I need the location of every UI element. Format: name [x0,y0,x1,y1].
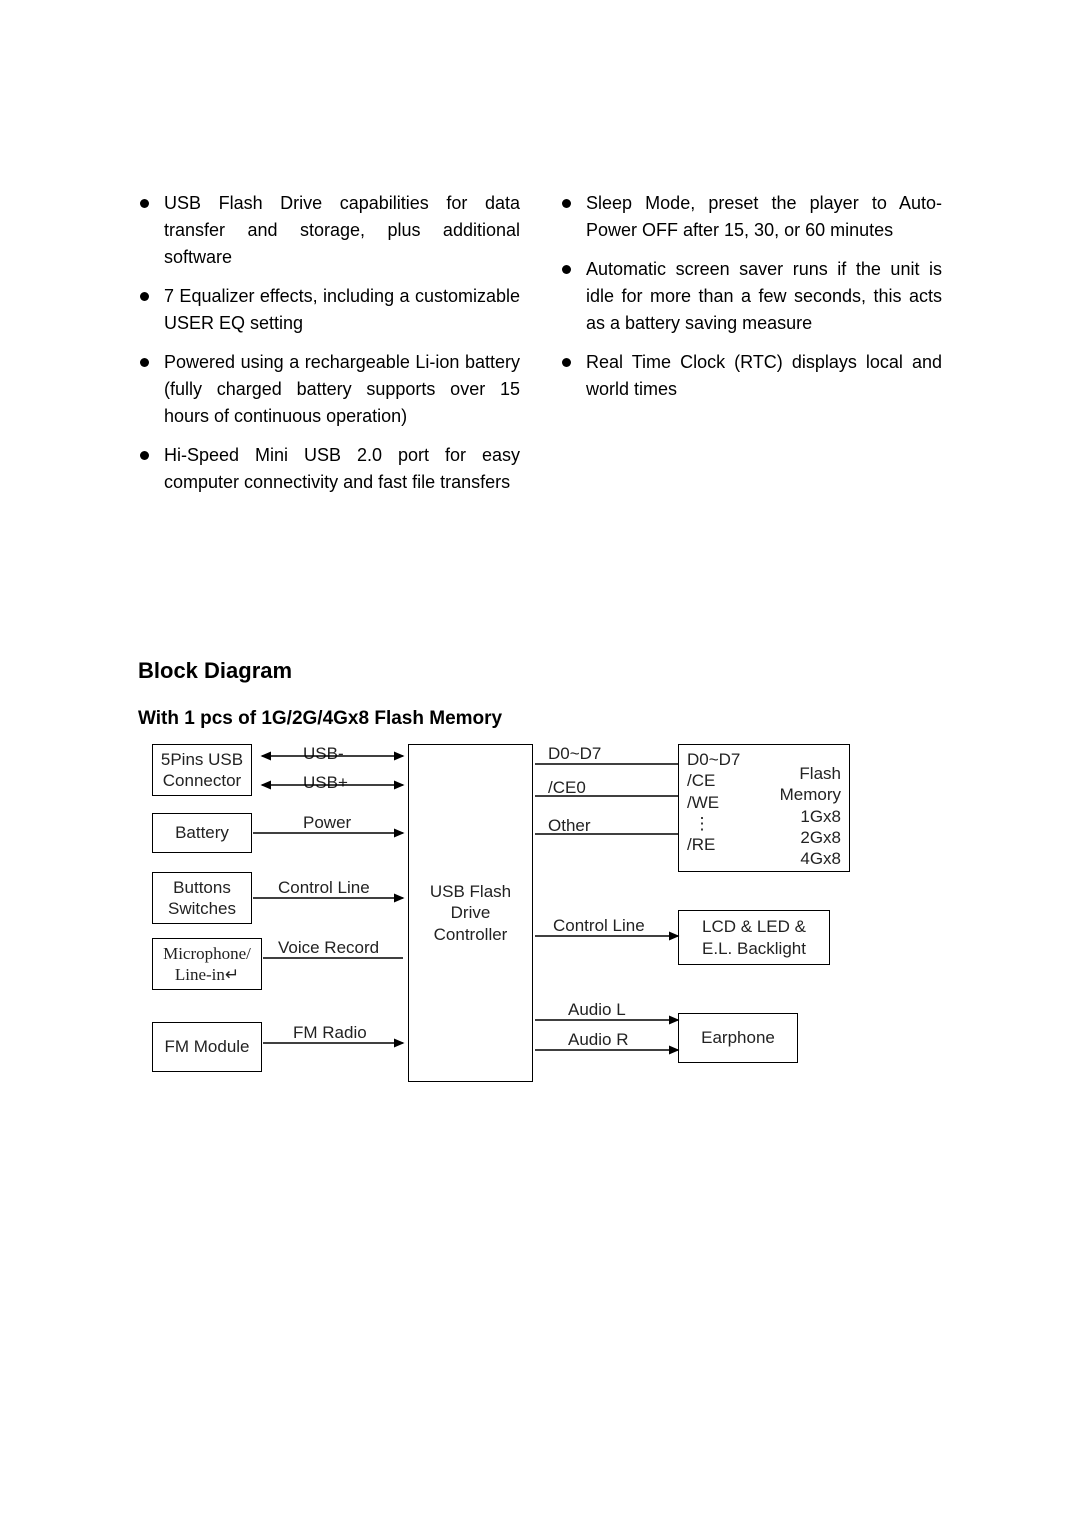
box-text: Microphone/ [153,943,261,964]
box-text: Battery [153,822,251,843]
box-text: Drive [409,902,532,923]
box-fm-module: FM Module [152,1022,262,1072]
label-other: Other [548,816,591,836]
label-d0d7: D0~D7 [548,744,601,764]
label-power: Power [303,813,351,833]
block-diagram: 5Pins USB Connector Battery Buttons Swit… [138,738,858,1108]
label-fm-radio: FM Radio [293,1023,367,1043]
subsection-title: With 1 pcs of 1G/2G/4Gx8 Flash Memory [138,708,942,730]
box-lcd: LCD & LED & E.L. Backlight [678,910,830,965]
feature-item: Automatic screen saver runs if the unit … [560,256,942,337]
section-title: Block Diagram [138,658,942,684]
box-text: E.L. Backlight [679,938,829,959]
box-text: LCD & LED & [679,916,829,937]
flash-size: 4Gx8 [739,848,841,869]
flash-pin: /CE [687,770,739,791]
feature-item: USB Flash Drive capabilities for data tr… [138,190,520,271]
box-text: Controller [409,924,532,945]
label-audio-r: Audio R [568,1030,628,1050]
feature-item: Sleep Mode, preset the player to Auto-Po… [560,190,942,244]
box-text: Line-in↵ [153,964,261,985]
feature-item: Real Time Clock (RTC) displays local and… [560,349,942,403]
label-control-line-right: Control Line [553,916,645,936]
label-usb-minus: USB- [303,744,344,764]
box-buttons: Buttons Switches [152,872,252,924]
label-voice-record: Voice Record [278,938,379,958]
label-audio-l: Audio L [568,1000,626,1020]
box-usb-connector: 5Pins USB Connector [152,744,252,796]
features-columns: USB Flash Drive capabilities for data tr… [138,190,942,508]
box-text: Connector [153,770,251,791]
features-col-right: Sleep Mode, preset the player to Auto-Po… [560,190,942,508]
flash-label: Memory [739,784,841,805]
box-text: 5Pins USB [153,749,251,770]
label-control-line-left: Control Line [278,878,370,898]
box-battery: Battery [152,813,252,853]
feature-item: Powered using a rechargeable Li-ion batt… [138,349,520,430]
flash-size: 2Gx8 [739,827,841,848]
box-flash-memory: D0~D7 /CE /WE ⋮ /RE Flash Memory 1Gx8 2G… [678,744,850,872]
box-text: Earphone [679,1027,797,1048]
box-microphone: Microphone/ Line-in↵ [152,938,262,990]
feature-item: 7 Equalizer effects, including a customi… [138,283,520,337]
flash-pin: D0~D7 [687,749,739,770]
box-earphone: Earphone [678,1013,798,1063]
box-text: Buttons [153,877,251,898]
flash-pin: /WE [687,792,739,813]
feature-item: Hi-Speed Mini USB 2.0 port for easy comp… [138,442,520,496]
label-ce0: /CE0 [548,778,586,798]
label-usb-plus: USB+ [303,773,348,793]
flash-label: Flash [739,763,841,784]
box-text: USB Flash [409,881,532,902]
flash-dots: ⋮ [687,813,717,834]
box-text: FM Module [153,1036,261,1057]
flash-pin: /RE [687,834,739,855]
features-col-left: USB Flash Drive capabilities for data tr… [138,190,520,508]
box-controller: USB Flash Drive Controller [408,744,533,1082]
flash-size: 1Gx8 [739,806,841,827]
features-list-right: Sleep Mode, preset the player to Auto-Po… [560,190,942,403]
features-list-left: USB Flash Drive capabilities for data tr… [138,190,520,496]
box-text: Switches [153,898,251,919]
